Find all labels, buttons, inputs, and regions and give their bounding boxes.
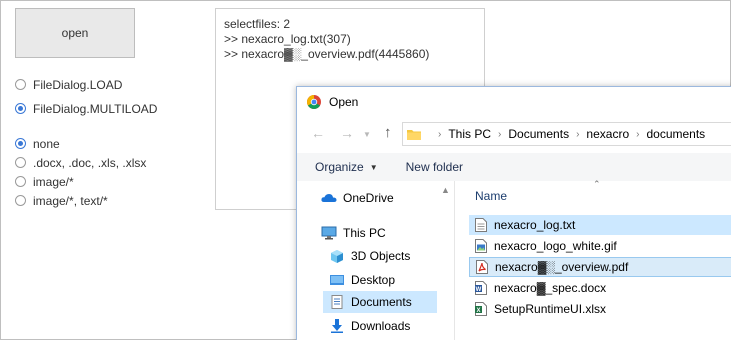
radio-filter-image[interactable]: image/*: [15, 172, 146, 191]
text-file-icon: [475, 218, 487, 232]
dialog-toolbar: Organize ▼ New folder: [297, 153, 731, 181]
radio-filter-image-text[interactable]: image/*, text/*: [15, 191, 146, 210]
radio-button[interactable]: [15, 176, 26, 187]
breadcrumb-item[interactable]: This PC: [448, 127, 491, 141]
radio-filter-office[interactable]: .docx, .doc, .xls, .xlsx: [15, 153, 146, 172]
file-name: nexacro▓_spec.docx: [494, 281, 607, 295]
nav-item-3d-objects[interactable]: 3D Objects: [329, 245, 437, 267]
log-line: selectfiles: 2: [224, 17, 291, 31]
cube-icon: [331, 250, 343, 263]
breadcrumb-separator-icon: ›: [438, 128, 442, 140]
dialog-titlebar: Open: [297, 87, 731, 117]
nav-label: This PC: [343, 226, 386, 240]
nav-item-documents[interactable]: Documents: [323, 291, 437, 313]
navigation-pane: OneDrive This PC 3D Objects Desktop Docu…: [297, 181, 454, 340]
breadcrumb-separator-icon: ›: [636, 128, 640, 140]
nav-item-desktop[interactable]: Desktop: [329, 269, 437, 291]
nav-label: Documents: [351, 295, 412, 309]
desktop-icon: [330, 275, 344, 285]
cloud-icon: [321, 194, 337, 202]
nav-item-onedrive[interactable]: OneDrive: [321, 187, 437, 209]
radio-filter-none[interactable]: none: [15, 134, 146, 153]
up-arrow-icon[interactable]: ↑: [384, 124, 392, 141]
scroll-up-icon[interactable]: ▲: [441, 185, 450, 195]
radio-label: none: [33, 136, 60, 151]
radio-filedialog-load[interactable]: FileDialog.LOAD: [15, 75, 157, 94]
nav-item-downloads[interactable]: Downloads: [329, 315, 437, 337]
pane-divider[interactable]: [454, 181, 455, 340]
breadcrumb-item[interactable]: documents: [646, 127, 705, 141]
file-name: nexacro▓░_overview.pdf: [495, 260, 629, 274]
computer-icon: [321, 226, 337, 240]
file-name: nexacro_log.txt: [494, 218, 576, 232]
file-item-setup-runtime-ui[interactable]: X SetupRuntimeUI.xlsx: [469, 299, 731, 319]
chrome-icon: [307, 95, 321, 109]
nav-label: Downloads: [351, 319, 411, 333]
radio-button[interactable]: [15, 79, 26, 90]
nav-label: 3D Objects: [351, 249, 411, 263]
radio-label: FileDialog.MULTILOAD: [33, 101, 158, 116]
folder-icon: [407, 129, 421, 140]
nav-label: OneDrive: [343, 191, 394, 205]
svg-text:X: X: [476, 308, 480, 314]
forward-arrow-icon[interactable]: →: [340, 125, 354, 141]
breadcrumb-item[interactable]: Documents: [508, 127, 569, 141]
radio-button[interactable]: [15, 157, 26, 168]
file-item-nexacro-spec[interactable]: W nexacro▓_spec.docx: [469, 278, 731, 298]
pdf-file-icon: [476, 260, 488, 274]
chevron-down-icon: ▼: [369, 162, 378, 172]
breadcrumb-separator-icon: ›: [576, 128, 580, 140]
download-icon: [331, 319, 343, 333]
svg-text:W: W: [476, 287, 482, 293]
dialog-mode-group: FileDialog.LOAD FileDialog.MULTILOAD: [15, 75, 157, 118]
radio-label: .docx, .doc, .xls, .xlsx: [33, 155, 147, 170]
radio-filedialog-multiload[interactable]: FileDialog.MULTILOAD: [15, 99, 157, 118]
breadcrumb-item[interactable]: nexacro: [586, 127, 629, 141]
radio-label: FileDialog.LOAD: [33, 77, 123, 92]
recent-locations-icon[interactable]: ▼: [363, 130, 371, 139]
nav-label: Desktop: [351, 273, 396, 287]
excel-file-icon: X: [475, 302, 487, 316]
file-name: SetupRuntimeUI.xlsx: [494, 302, 607, 316]
new-folder-button[interactable]: New folder: [406, 160, 463, 174]
radio-button-selected[interactable]: [15, 103, 26, 114]
organize-button[interactable]: Organize ▼: [315, 160, 378, 174]
sort-ascending-icon: ⌃: [593, 179, 601, 189]
radio-button-selected[interactable]: [15, 138, 26, 149]
column-header-name[interactable]: Name: [475, 189, 507, 203]
file-name: nexacro_logo_white.gif: [494, 239, 617, 253]
address-bar[interactable]: › This PC › Documents › nexacro › docume…: [402, 122, 731, 146]
address-row: ← → ▼ ↑ › This PC › Documents › nexacro …: [297, 121, 731, 147]
radio-button[interactable]: [15, 195, 26, 206]
log-line: >> nexacro_log.txt(307): [224, 32, 351, 46]
nav-item-this-pc[interactable]: This PC: [321, 222, 437, 244]
documents-icon: [331, 295, 343, 309]
open-button[interactable]: open: [15, 8, 135, 58]
back-arrow-icon[interactable]: ←: [311, 125, 325, 141]
dialog-title: Open: [329, 95, 359, 109]
log-line: >> nexacro▓░_overview.pdf(4445860): [224, 47, 430, 61]
word-file-icon: W: [475, 281, 487, 295]
file-item-nexacro-log[interactable]: nexacro_log.txt: [469, 215, 731, 235]
file-item-nexacro-overview[interactable]: nexacro▓░_overview.pdf: [469, 257, 731, 277]
organize-label: Organize: [315, 160, 364, 174]
radio-label: image/*: [33, 174, 74, 189]
image-file-icon: [475, 239, 487, 253]
filter-group: none .docx, .doc, .xls, .xlsx image/* im…: [15, 134, 146, 210]
breadcrumb-separator-icon: ›: [498, 128, 502, 140]
file-item-nexacro-logo-white[interactable]: nexacro_logo_white.gif: [469, 236, 731, 256]
open-file-dialog: Open ← → ▼ ↑ › This PC › Documents › nex…: [296, 86, 731, 340]
radio-label: image/*, text/*: [33, 193, 108, 208]
nav-scrollbar[interactable]: ▲: [437, 181, 452, 340]
